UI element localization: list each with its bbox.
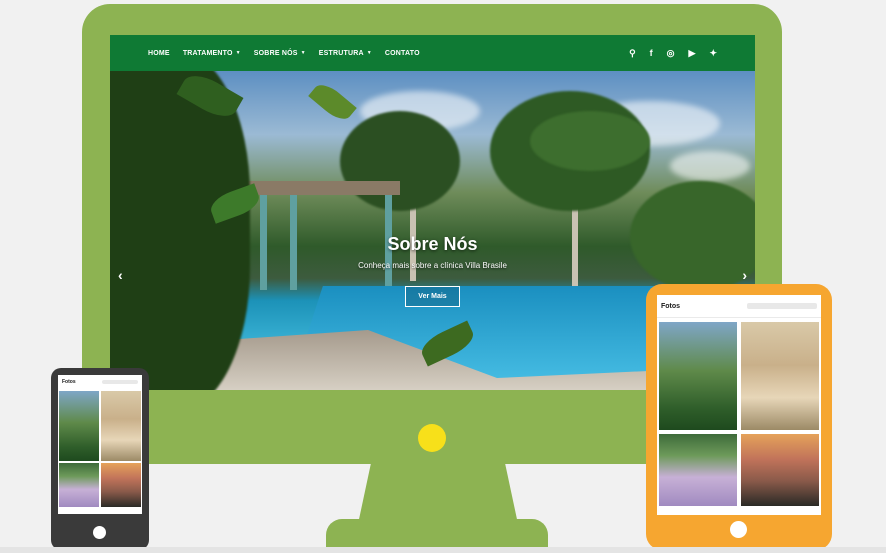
monitor-stand-neck	[358, 464, 518, 524]
nav-item-contato[interactable]: CONTATO	[385, 50, 420, 57]
twitter-icon[interactable]: ✦	[709, 48, 717, 59]
nav-social-icons: ⚲ f ◎ ▶ ✦	[629, 48, 717, 59]
nav-item-label: CONTATO	[384, 49, 420, 57]
nav-item-label: SOBRE NÓS	[253, 49, 298, 57]
nav-item-home[interactable]: HOME	[148, 50, 170, 57]
monitor-stand-base	[326, 519, 548, 550]
floor-shadow	[0, 547, 886, 553]
caret-down-icon: ▼	[235, 50, 241, 56]
slider-prev-icon[interactable]: ‹	[118, 267, 123, 283]
hero-tree	[340, 111, 460, 211]
caret-down-icon: ▼	[366, 50, 372, 56]
phone-page-header: Fotos	[58, 375, 142, 389]
phone-page-title: Fotos	[62, 379, 76, 385]
hero-tree	[530, 111, 650, 171]
nav-item-label: TRATAMENTO	[182, 49, 233, 57]
nav-item-label: HOME	[148, 49, 170, 57]
photo-thumbnail[interactable]	[741, 434, 819, 506]
nav-item-sobre-nos[interactable]: SOBRE NÓS ▼	[254, 50, 306, 57]
instagram-icon[interactable]: ◎	[667, 48, 675, 59]
phone-device: Fotos	[51, 368, 149, 550]
nav-item-tratamento[interactable]: TRATAMENTO ▼	[183, 50, 241, 57]
tablet-device: Fotos	[646, 284, 832, 550]
phone-screen: Fotos	[58, 375, 142, 514]
phone-search-bar[interactable]	[102, 380, 138, 384]
search-icon[interactable]: ⚲	[629, 48, 636, 59]
hero-leaf	[308, 79, 357, 125]
ver-mais-button[interactable]: Ver Mais	[405, 286, 460, 307]
photo-thumbnail[interactable]	[659, 434, 737, 506]
hero-cloud	[670, 151, 750, 181]
nav-menu: HOME TRATAMENTO ▼ SOBRE NÓS ▼ ESTRUTURA …	[148, 50, 420, 57]
youtube-icon[interactable]: ▶	[689, 48, 696, 59]
photo-thumbnail[interactable]	[59, 391, 99, 461]
caret-down-icon: ▼	[300, 50, 306, 56]
photo-thumbnail[interactable]	[101, 463, 141, 507]
photo-thumbnail[interactable]	[101, 391, 141, 461]
monitor-power-button	[418, 424, 446, 452]
tablet-home-button	[730, 521, 747, 538]
hero-title: Sobre Nós	[387, 234, 478, 254]
tablet-screen: Fotos	[657, 295, 821, 515]
tablet-search-bar[interactable]	[747, 303, 817, 309]
phone-home-button	[93, 526, 106, 539]
slider-next-icon[interactable]: ›	[742, 267, 747, 283]
phone-photo-grid	[58, 389, 142, 509]
photo-thumbnail[interactable]	[659, 322, 737, 430]
nav-item-estrutura[interactable]: ESTRUTURA ▼	[319, 50, 372, 57]
hero-subtitle: Conheça mais sobre a clínica Villa Brasi…	[358, 261, 507, 270]
photo-thumbnail[interactable]	[59, 463, 99, 507]
nav-item-label: ESTRUTURA	[318, 49, 364, 57]
facebook-icon[interactable]: f	[650, 48, 653, 58]
hero-caption: Sobre Nós Conheça mais sobre a clínica V…	[110, 234, 755, 307]
photo-thumbnail[interactable]	[741, 322, 819, 430]
site-navbar: HOME TRATAMENTO ▼ SOBRE NÓS ▼ ESTRUTURA …	[110, 35, 755, 71]
tablet-photo-grid	[657, 318, 821, 510]
